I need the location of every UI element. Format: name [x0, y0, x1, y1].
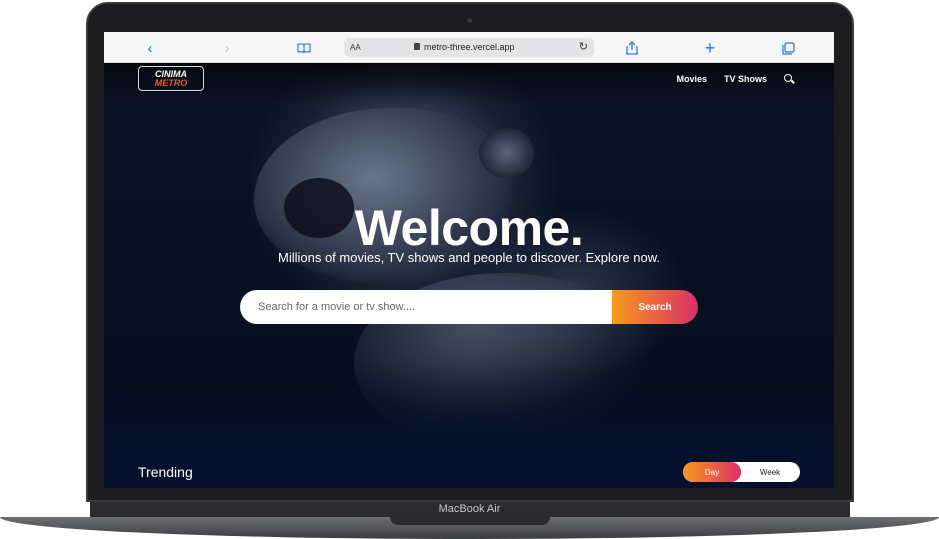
hero-bear-ear	[479, 128, 534, 178]
logo-line2: METRO	[154, 77, 188, 88]
search-input[interactable]	[240, 290, 612, 324]
main-nav: Movies TV Shows	[676, 74, 794, 84]
trending-title: Trending	[138, 464, 193, 480]
share-icon[interactable]	[622, 38, 642, 58]
plus-icon[interactable]: +	[700, 38, 720, 58]
chevron-left-icon[interactable]: ‹	[140, 38, 160, 58]
camera-icon	[467, 18, 472, 23]
website: CINIMA METRO Movies TV Shows Welcome. Mi…	[104, 63, 834, 488]
toggle-week[interactable]: Week	[741, 462, 799, 482]
reload-icon[interactable]: ↻	[579, 40, 588, 53]
device-label: MacBook Air	[438, 503, 501, 515]
nav-movies[interactable]: Movies	[676, 74, 707, 84]
laptop-notch	[390, 517, 550, 525]
screen: ‹ › AA metro-three.vercel.app ↻ + CINIMA…	[104, 32, 834, 488]
lock-icon	[414, 43, 420, 50]
chevron-right-icon[interactable]: ›	[217, 38, 237, 58]
book-icon[interactable]	[294, 38, 314, 58]
hero-search: Search	[240, 290, 698, 324]
url-text: metro-three.vercel.app	[424, 42, 515, 52]
toggle-day[interactable]: Day	[683, 462, 741, 482]
search-icon[interactable]	[784, 74, 794, 84]
nav-tv-shows[interactable]: TV Shows	[724, 74, 767, 84]
trending-toggle: Day Week	[683, 462, 800, 482]
safari-toolbar: ‹ › AA metro-three.vercel.app ↻ +	[104, 32, 834, 63]
tabs-icon[interactable]	[778, 38, 798, 58]
search-button[interactable]: Search	[612, 290, 698, 324]
reader-aa-button[interactable]: AA	[350, 43, 361, 52]
address-bar[interactable]: AA metro-three.vercel.app ↻	[344, 38, 594, 57]
stage: ‹ › AA metro-three.vercel.app ↻ + CINIMA…	[0, 0, 939, 539]
site-logo[interactable]: CINIMA METRO	[138, 66, 204, 91]
hero-subtitle: Millions of movies, TV shows and people …	[277, 250, 660, 265]
hero-title: Welcome.	[354, 200, 584, 256]
